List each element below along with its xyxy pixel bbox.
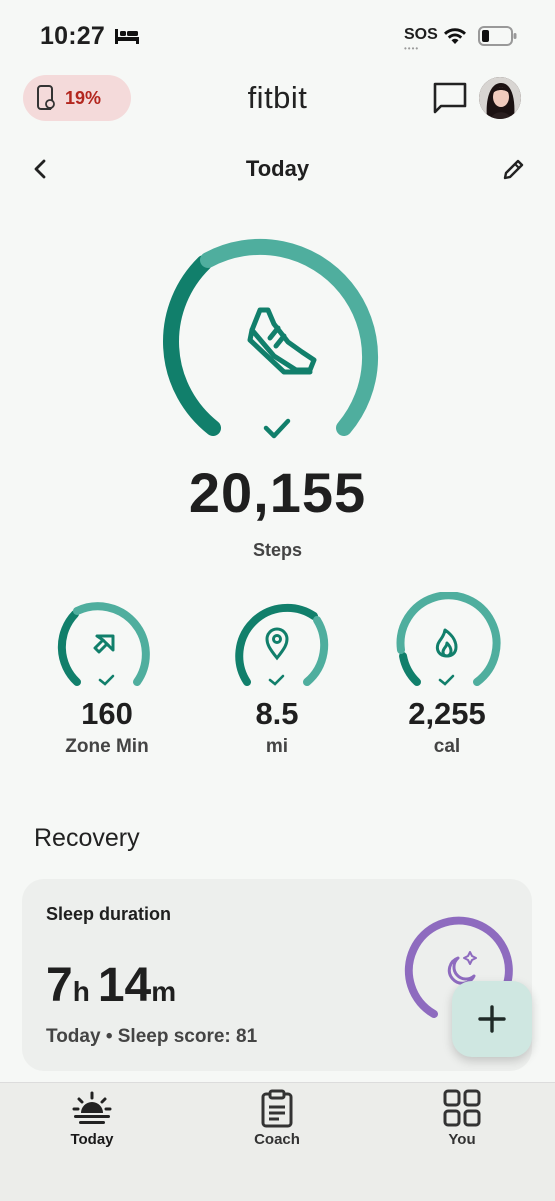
sleep-hours-unit: h [72,976,90,1007]
date-title: Today [245,156,310,181]
battery-icon [478,26,517,46]
stat-zone-minutes[interactable]: 160 Zone Min [32,592,182,758]
steps-label: Steps [252,540,303,560]
stat-calories[interactable]: 2,255 cal [372,592,522,758]
stat-label: cal [433,736,461,757]
sos-indicator: SOS [404,26,438,43]
sleep-hours: 7 [46,959,73,1012]
signal-dots: •••• [404,44,420,53]
stat-value: 2,255 [408,696,486,731]
stat-label: Zone Min [65,736,149,757]
zone-minutes-ring [57,602,150,686]
check-icon [98,674,115,686]
nav-label: Today [70,1131,114,1148]
steps-count: 20,155 [188,461,367,524]
nav-label: You [448,1131,476,1148]
clipboard-icon [261,1089,293,1128]
sleep-subtitle: Today • Sleep score: 81 [46,1026,258,1047]
profile-photo-icon [479,77,521,119]
plus-icon [478,1005,506,1033]
steps-progress-ring[interactable] [148,220,406,450]
zone-minutes-icon [93,634,115,654]
sunrise-icon [72,1091,112,1124]
shoe-icon [247,307,317,375]
moon-stars-icon [447,951,477,985]
stat-value: 8.5 [255,696,299,731]
section-title-recovery: Recovery [34,824,140,852]
nav-tab-coach[interactable]: Coach [207,1089,347,1148]
check-icon [438,674,455,686]
stat-distance[interactable]: 8.5 mi [202,592,352,758]
location-pin-icon [265,627,289,661]
distance-ring [235,603,329,686]
edit-icon[interactable] [500,157,526,183]
app-title: fitbit [247,80,308,115]
chat-icon[interactable] [431,80,469,116]
grid-icon [443,1089,481,1127]
check-icon [268,674,285,686]
calories-ring [396,592,501,686]
avatar[interactable] [479,77,521,119]
sleep-minutes-unit: m [151,976,177,1007]
stat-label: mi [265,736,289,757]
add-button[interactable] [452,981,532,1057]
stat-value: 160 [81,696,133,731]
status-time: 10:27 [40,22,105,50]
wifi-icon [444,28,466,44]
sleep-minutes: 14 [97,959,152,1012]
flame-icon [435,628,458,658]
nav-tab-you[interactable]: You [392,1089,532,1148]
card-title: Sleep duration [46,904,172,924]
goal-check-icon [263,418,291,439]
nav-tab-today[interactable]: Today [22,1089,162,1148]
sleep-duration-value: 7h 14m [46,958,184,1013]
nav-label: Coach [254,1131,300,1148]
sleep-mode-icon [115,29,139,44]
